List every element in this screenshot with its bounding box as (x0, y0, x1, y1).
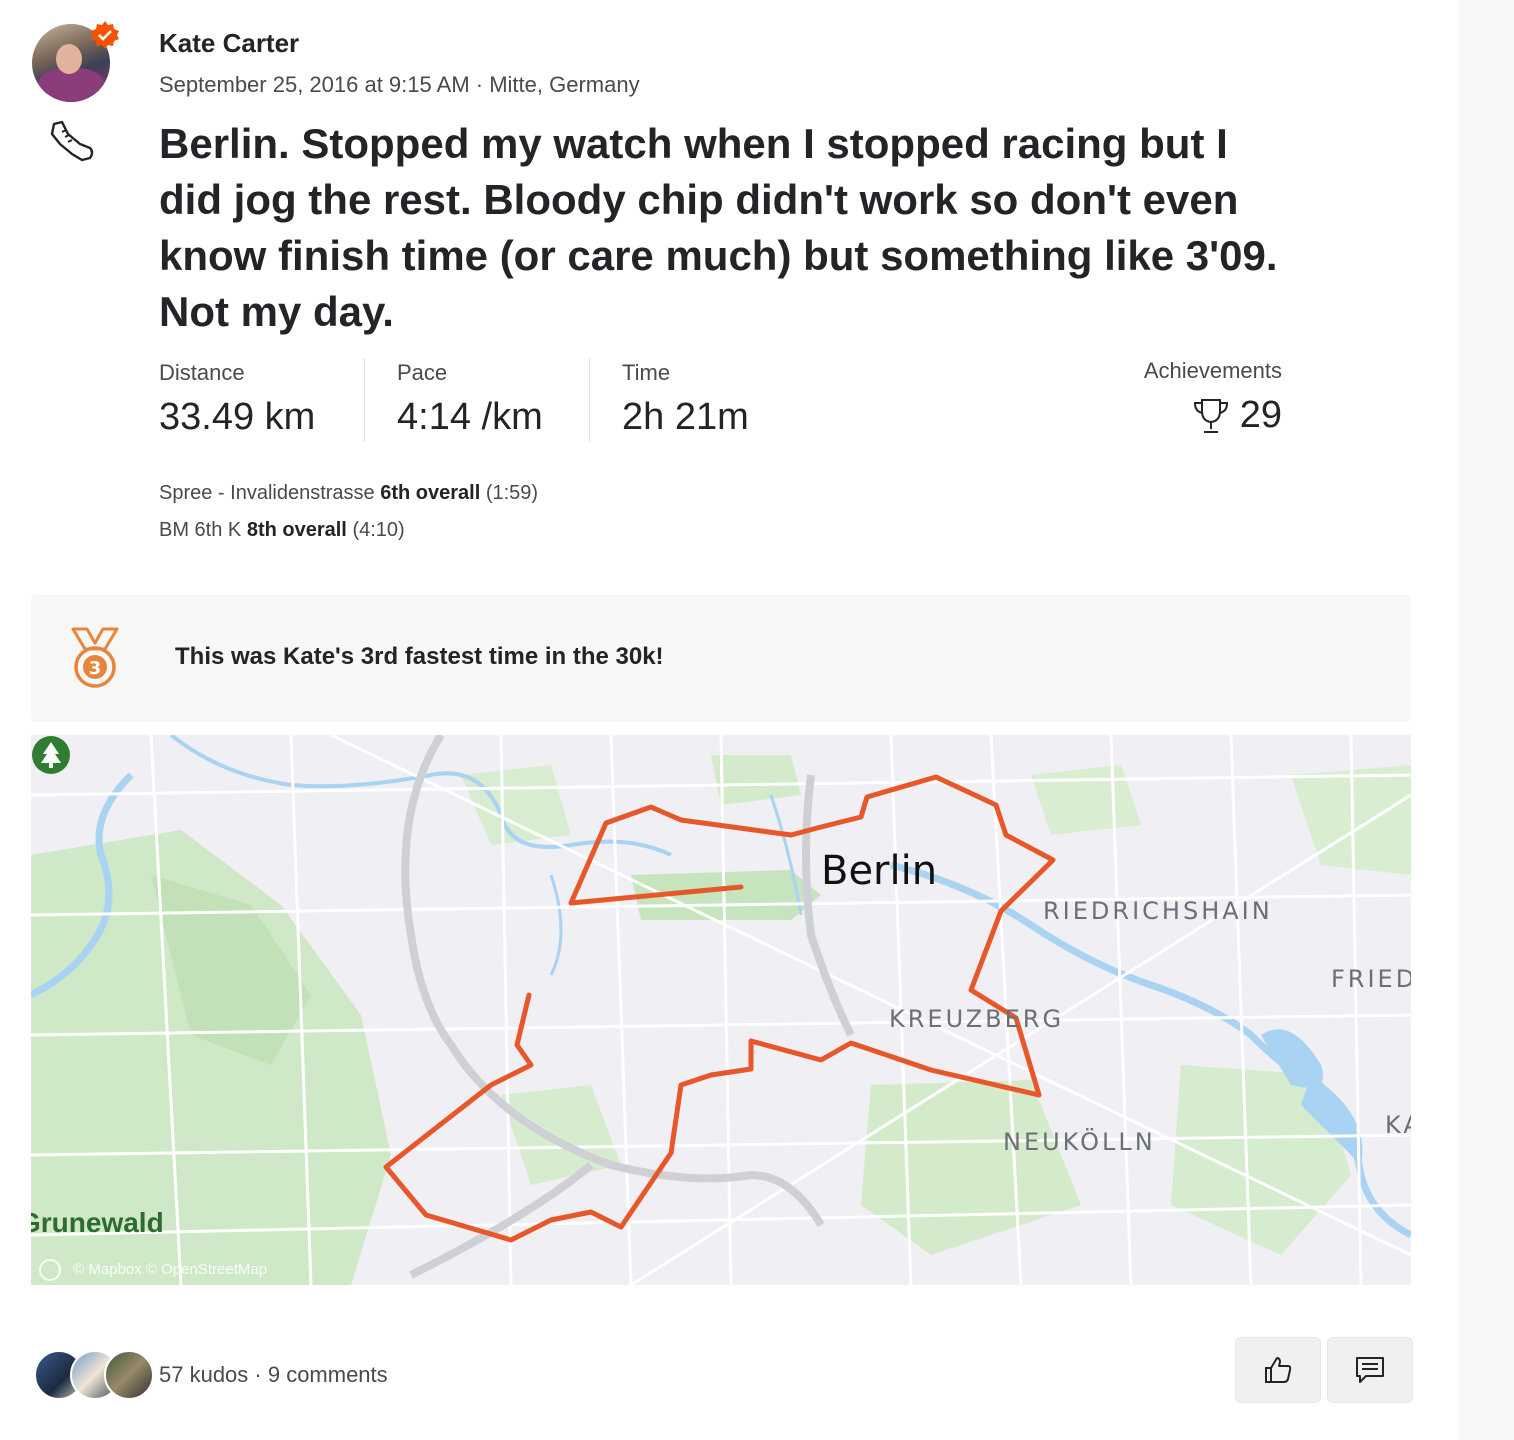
kudos-avatars[interactable] (34, 1350, 154, 1400)
activity-title[interactable]: Berlin. Stopped my watch when I stopped … (159, 116, 1299, 340)
park-tree-icon (32, 736, 70, 774)
stat-time-value: 2h 21m (622, 396, 749, 438)
achievements-count: 29 (1239, 394, 1282, 436)
kudos-button[interactable] (1235, 1337, 1321, 1403)
stat-time: Time 2h 21m (622, 360, 749, 439)
comment-icon (1356, 1357, 1384, 1383)
stat-divider (364, 358, 365, 442)
stat-pace: Pace 4:14 /km (397, 360, 543, 439)
segment-name[interactable]: BM 6th K (159, 519, 241, 541)
map-canvas (31, 735, 1411, 1285)
segment-rank: 6th overall (380, 482, 481, 504)
medal-number: 3 (89, 658, 102, 679)
bronze-medal-icon: 3 (71, 627, 119, 688)
map-city-label: Berlin (821, 848, 938, 894)
stat-distance-label: Distance (159, 360, 245, 385)
map-district-label: KA (1385, 1111, 1411, 1139)
stat-distance-value: 33.49 km (159, 396, 316, 438)
map-district-label: NEUKÖLLN (1003, 1128, 1156, 1156)
attribution-text[interactable]: © Mapbox © OpenStreetMap (73, 1261, 267, 1278)
map-attribution[interactable]: © Mapbox © OpenStreetMap (39, 1259, 267, 1281)
stat-divider (589, 358, 590, 442)
trophy-icon (1193, 398, 1228, 433)
map-district-label: RIEDRICHSHAIN (1043, 897, 1273, 925)
thumbs-up-icon (1265, 1357, 1292, 1383)
stat-achievements: Achievements 29 (1080, 358, 1282, 437)
stat-distance: Distance 33.49 km (159, 360, 315, 439)
map-district-label: FRIED (1331, 965, 1411, 993)
kudos-comments-count[interactable]: 57 kudos · 9 comments (159, 1362, 388, 1388)
athlete-name[interactable]: Kate Carter (159, 28, 299, 59)
activity-meta: September 25, 2016 at 9:15 AM · Mitte, G… (159, 72, 640, 97)
segment-time: (4:10) (352, 519, 405, 541)
segment-row[interactable]: BM 6th K 8th overall (4:10) (159, 519, 405, 542)
map-district-label: KREUZBERG (889, 1005, 1065, 1033)
verified-badge-icon (91, 21, 119, 49)
stat-time-label: Time (622, 360, 671, 385)
achievement-banner: 3 This was Kate's 3rd fastest time in th… (31, 595, 1411, 722)
right-gutter (1458, 0, 1514, 1440)
mapbox-logo-icon (39, 1259, 61, 1281)
banner-text: This was Kate's 3rd fastest time in the … (175, 643, 664, 670)
stat-pace-label: Pace (397, 360, 448, 385)
segment-time: (1:59) (485, 482, 539, 504)
segment-row[interactable]: Spree - Invalidenstrasse 6th overall (1:… (159, 482, 538, 505)
map-park-label: Grunewald (31, 1207, 164, 1238)
comment-button[interactable] (1327, 1337, 1413, 1403)
segment-rank: 8th overall (246, 519, 347, 541)
running-shoe-icon (50, 120, 94, 162)
achievements-label: Achievements (1143, 358, 1282, 383)
segment-name[interactable]: Spree - Invalidenstrasse (159, 482, 375, 504)
route-map[interactable]: Berlin RIEDRICHSHAIN FRIED KREUZBERG NEU… (31, 735, 1411, 1285)
kudos-avatar (104, 1350, 154, 1400)
stat-pace-value: 4:14 /km (397, 396, 543, 438)
